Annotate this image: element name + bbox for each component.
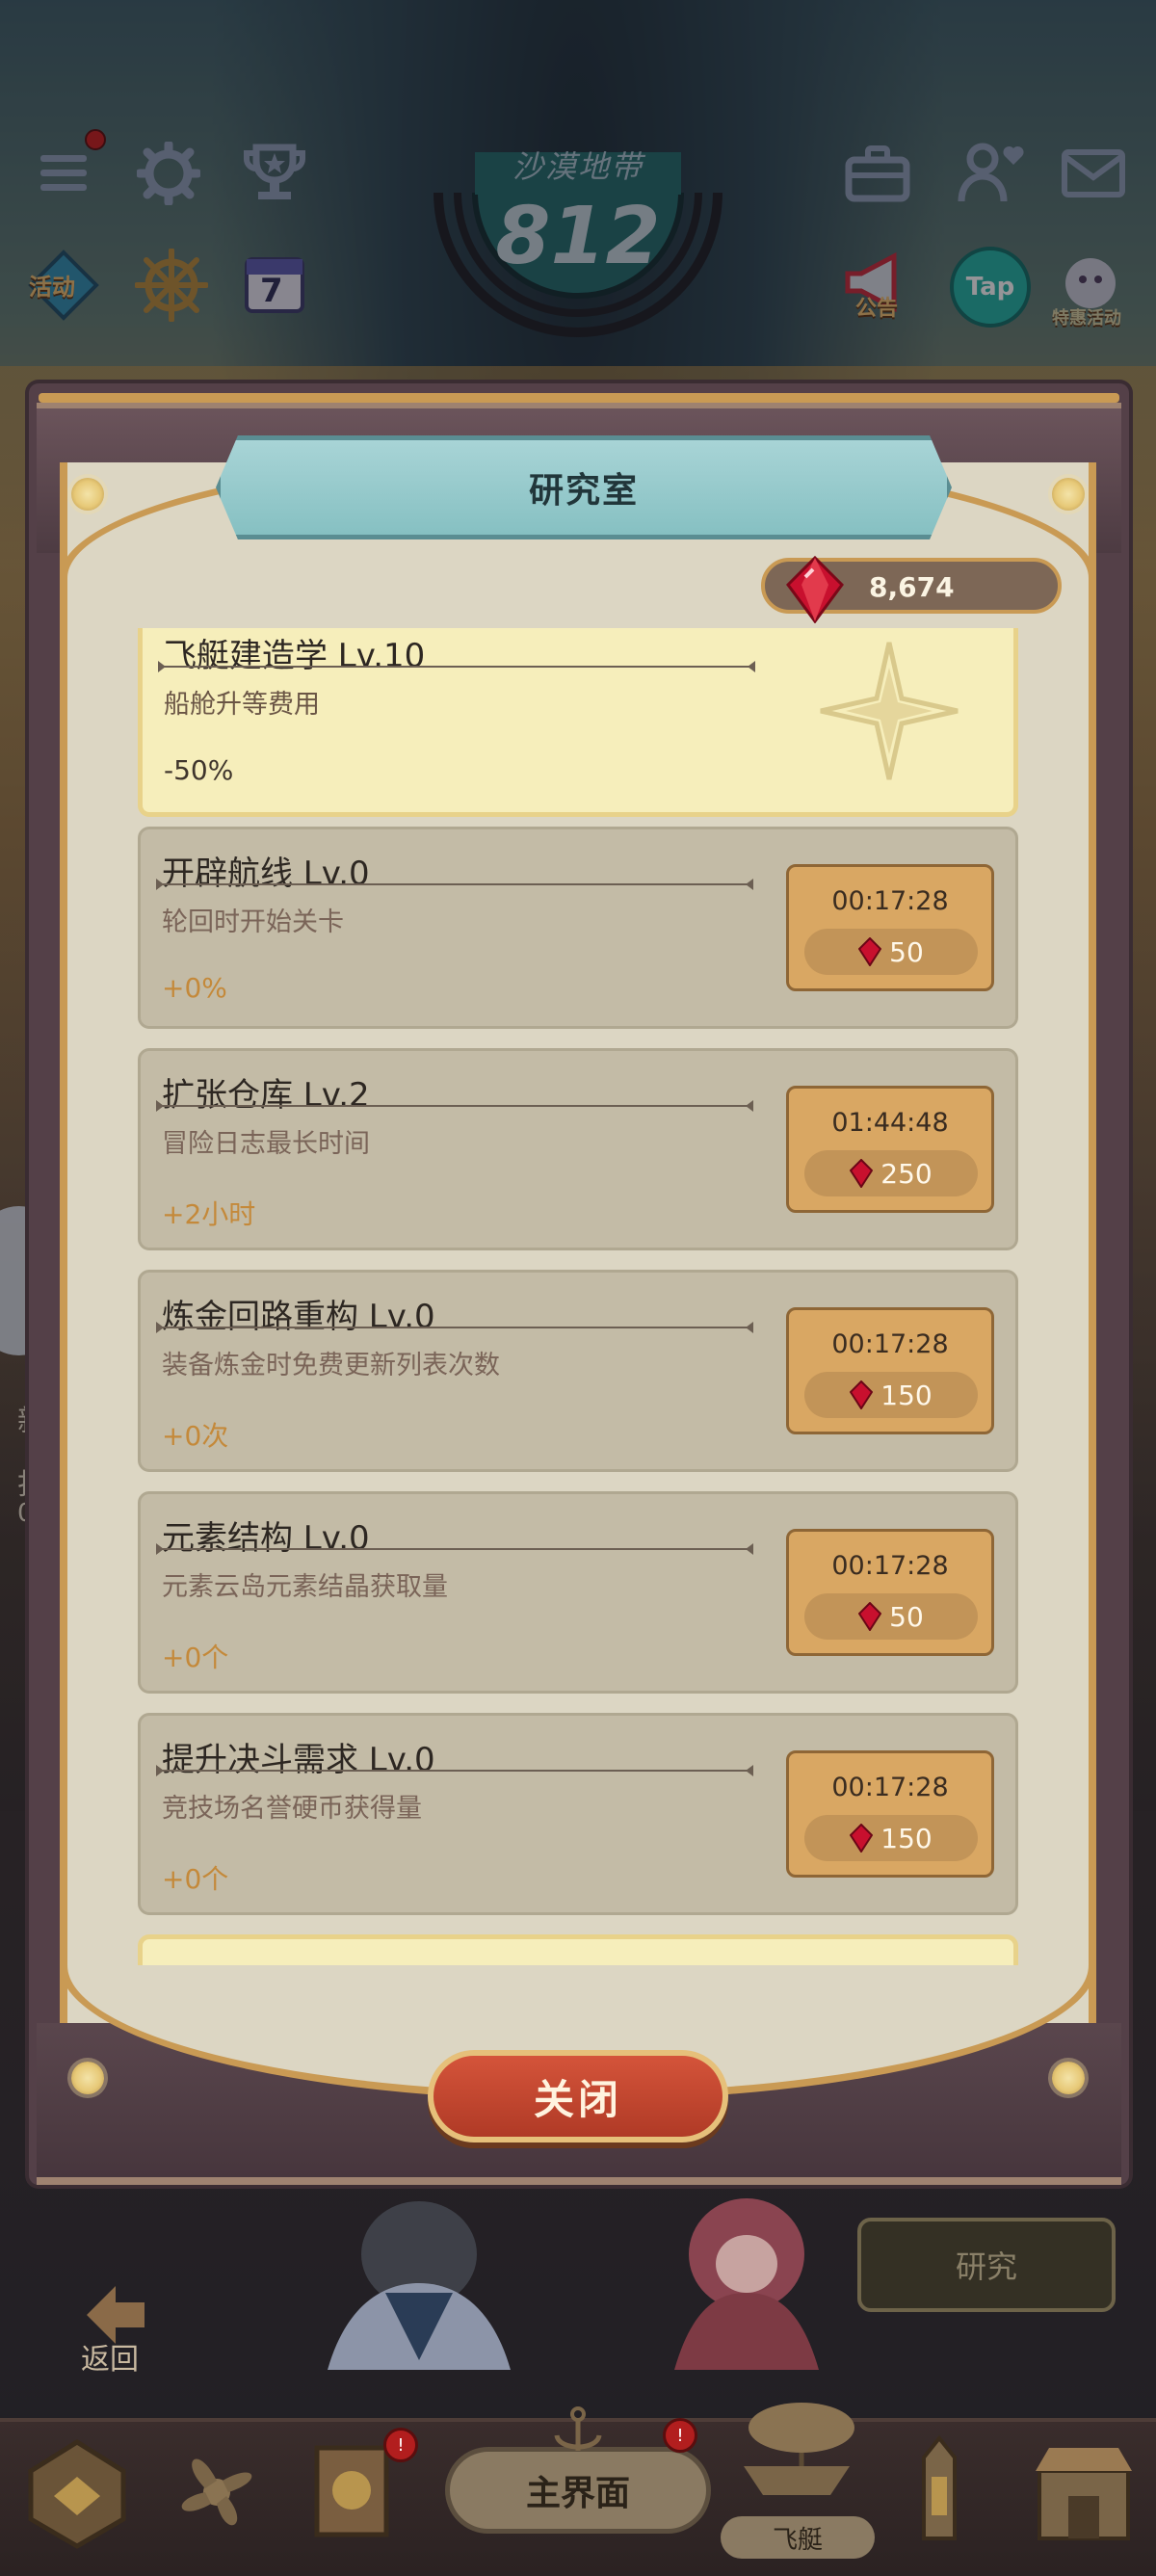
research-effect: -50% [164,754,234,786]
upgrade-time: 00:17:28 [831,1773,949,1802]
research-list[interactable]: 飞艇建造学 Lv.10 船舱升等费用 -50% 开辟航线 Lv.0 轮回时开始关… [67,628,1089,2015]
title-divider [156,879,753,890]
research-item-alchemy-circuit[interactable]: 炼金回路重构 Lv.0 装备炼金时免费更新列表次数 +0次 00:17:28 1… [138,1270,1018,1472]
gem-icon [850,1380,874,1409]
airship-label: 飞艇 [721,2516,875,2559]
research-desc: 竞技场名誉硬币获得量 [162,1794,422,1824]
modal-title: 研究室 [528,471,639,511]
research-desc: 冒险日志最长时间 [162,1129,370,1159]
upgrade-cost-value: 50 [889,1600,924,1633]
character-red-dress [674,2198,819,2370]
gem-icon [786,556,844,623]
upgrade-button[interactable]: 00:17:28 50 [786,864,994,991]
research-item-duel-demand[interactable]: 提升决斗需求 Lv.0 竞技场名誉硬币获得量 +0个 00:17:28 150 [138,1713,1018,1915]
research-item-expand-warehouse[interactable]: 扩张仓库 Lv.2 冒险日志最长时间 +2小时 01:44:48 250 [138,1048,1018,1250]
upgrade-cost: 50 [804,929,978,975]
research-effect: +0% [162,972,227,1004]
upgrade-button[interactable]: 00:17:28 50 [786,1529,994,1656]
banner-notification-badge: ! [383,2428,418,2462]
research-title: 扩张仓库 Lv.2 [162,1076,370,1115]
main-screen-label: 主界面 [525,2474,630,2513]
research-title: 提升决斗需求 Lv.0 [162,1741,435,1779]
research-item-airship-building[interactable]: 飞艇建造学 Lv.10 船舱升等费用 -50% [138,628,1018,817]
title-divider [158,661,755,672]
upgrade-cost: 150 [804,1815,978,1861]
shop-icon[interactable] [1026,2432,1142,2553]
gem-icon [850,1824,874,1853]
research-effect: +2小时 [162,1198,256,1230]
gem-icon [858,937,882,966]
gem-icon [858,1602,882,1631]
upgrade-button[interactable]: 00:17:28 150 [786,1307,994,1434]
gem-counter: 8,674 [761,556,1062,623]
upgrade-button[interactable]: 00:17:28 150 [786,1750,994,1878]
title-divider [156,1543,753,1555]
research-title: 飞艇建造学 Lv.10 [164,637,426,675]
upgrade-cost: 50 [804,1593,978,1640]
close-label: 关闭 [533,2075,622,2123]
research-effect: +0个 [162,1642,229,1673]
research-desc: 船舱升等费用 [164,690,320,720]
modal-top-trim [39,393,1119,403]
main-notification-badge: ! [663,2418,697,2453]
upgrade-cost: 250 [804,1150,978,1196]
gem-icon [850,1159,874,1188]
upgrade-cost-value: 150 [880,1822,933,1854]
gear-bolt-icon [1052,2062,1085,2094]
upgrade-cost-value: 50 [889,935,924,968]
research-desc: 装备炼金时免费更新列表次数 [162,1351,500,1380]
upgrade-time: 01:44:48 [831,1108,949,1138]
close-button[interactable]: 关闭 [428,2050,728,2142]
upgrade-cost-value: 250 [880,1157,933,1190]
gear-bolt-icon [71,478,104,511]
research-title: 炼金回路重构 Lv.0 [162,1298,435,1336]
propeller-icon[interactable] [159,2432,275,2553]
research-title: 元素结构 Lv.0 [162,1519,370,1558]
upgrade-button[interactable]: 01:44:48 250 [786,1086,994,1213]
back-label: 返回 [81,2343,139,2377]
compass-star-icon [820,642,959,780]
airship-icon[interactable] [724,2389,869,2510]
guild-emblem-icon[interactable] [19,2432,135,2553]
title-divider [156,1322,753,1333]
tower-icon[interactable] [881,2432,997,2553]
research-item-element-structure[interactable]: 元素结构 Lv.0 元素云岛元素结晶获取量 +0个 00:17:28 50 [138,1491,1018,1694]
character-white-dress [328,2201,511,2370]
research-item-open-route[interactable]: 开辟航线 Lv.0 轮回时开始关卡 +0% 00:17:28 50 [138,827,1018,1029]
gear-bolt-icon [1052,478,1085,511]
research-title: 开辟航线 Lv.0 [162,854,370,893]
anchor-icon [554,2406,602,2451]
research-desc: 元素云岛元素结晶获取量 [162,1572,448,1602]
upgrade-time: 00:17:28 [831,886,949,916]
modal-title-ribbon: 研究室 [216,435,952,539]
main-screen-button[interactable]: 主界面 [445,2447,711,2534]
gem-count: 8,674 [869,571,955,603]
upgrade-time: 00:17:28 [831,1551,949,1581]
title-divider [156,1765,753,1776]
gear-bolt-icon [71,2062,104,2094]
research-button-label: 研究 [955,2248,1017,2285]
research-effect: +0次 [162,1420,229,1452]
upgrade-time: 00:17:28 [831,1329,949,1359]
research-effect: +0个 [162,1863,229,1895]
title-divider [156,1100,753,1112]
research-button[interactable]: 研究 [857,2218,1116,2312]
research-desc: 轮回时开始关卡 [162,907,344,937]
upgrade-cost: 150 [804,1372,978,1418]
upgrade-cost-value: 150 [880,1379,933,1411]
